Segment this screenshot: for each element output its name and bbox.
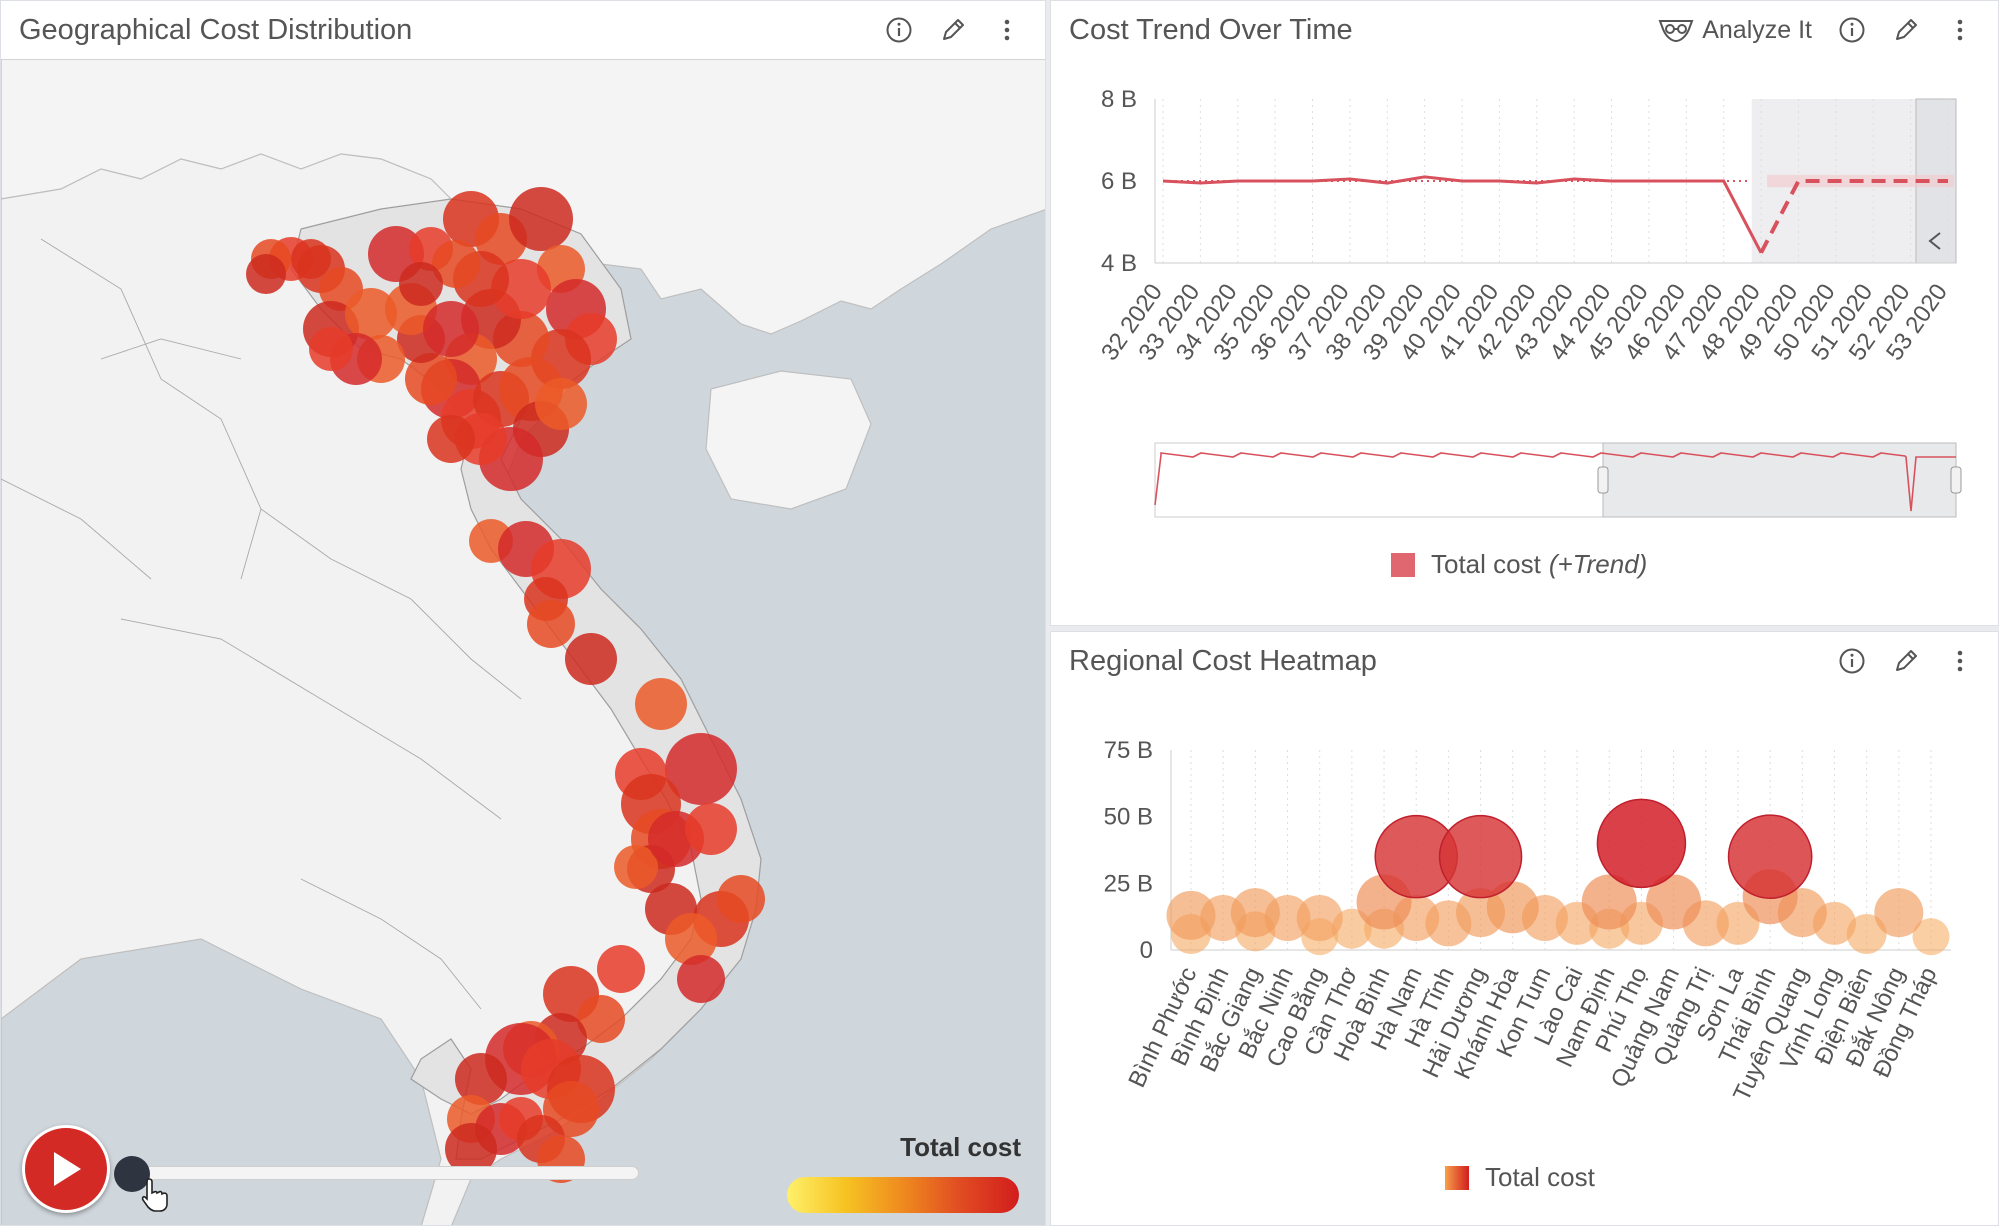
province-bubble[interactable]: [291, 239, 331, 279]
region-bubble[interactable]: [1230, 888, 1280, 938]
region-bubble[interactable]: [1596, 798, 1687, 889]
navigator-handle-right[interactable]: [1950, 466, 1962, 494]
province-bubble[interactable]: [423, 301, 479, 357]
y-tick-label: 0: [1140, 937, 1153, 964]
navigator-handle-left[interactable]: [1597, 466, 1609, 494]
pencil-icon[interactable]: [933, 10, 973, 50]
play-button[interactable]: [22, 1125, 110, 1213]
region-bubble[interactable]: [1438, 814, 1523, 899]
land-hainan: [705, 370, 872, 510]
y-tick-label: 6 B: [1101, 168, 1137, 195]
info-icon[interactable]: [879, 10, 919, 50]
region-bubble[interactable]: [1727, 814, 1813, 900]
region-bubble[interactable]: [1874, 888, 1924, 938]
map-panel-header: Geographical Cost Distribution: [1, 1, 1045, 59]
map-panel-title: Geographical Cost Distribution: [19, 13, 413, 46]
province-bubble[interactable]: [565, 633, 617, 685]
province-bubble[interactable]: [527, 600, 575, 648]
heatmap-chart[interactable]: 025 B50 B75 BBình PhướcBình ĐịnhBắc Gian…: [1051, 632, 1999, 1226]
hand-cursor-icon: [141, 1178, 168, 1212]
province-bubble[interactable]: [677, 955, 725, 1003]
province-bubble[interactable]: [399, 262, 443, 306]
cost-trend-panel: Cost Trend Over Time Analyze It 4 B6 B8 …: [1050, 0, 1999, 626]
province-bubble[interactable]: [685, 803, 737, 855]
province-bubble[interactable]: [427, 415, 475, 463]
trend-legend[interactable]: Total cost (+Trend): [1391, 549, 1647, 580]
y-tick-label: 8 B: [1101, 86, 1137, 113]
y-tick-label: 50 B: [1104, 804, 1153, 831]
regional-cost-panel: Regional Cost Heatmap 0 25 B 50 B 75 B Bình …: [1050, 631, 1999, 1226]
heat-legend-label: Total cost: [1485, 1162, 1595, 1192]
province-bubble[interactable]: [597, 945, 645, 993]
region-bubble[interactable]: [1166, 890, 1216, 940]
y-tick-label: 75 B: [1104, 737, 1153, 764]
province-bubble[interactable]: [635, 678, 687, 730]
province-bubble[interactable]: [535, 378, 587, 430]
map-legend-title: Total cost: [900, 1132, 1021, 1162]
geographical-cost-panel: Geographical Cost Distribution Total cos…: [0, 0, 1046, 1226]
heat-legend-swatch: [1445, 1165, 1469, 1190]
y-tick-label: 25 B: [1104, 870, 1153, 897]
trend-legend-label: Total cost: [1431, 549, 1541, 579]
trend-legend-swatch: [1391, 552, 1415, 577]
province-bubble[interactable]: [246, 254, 286, 294]
map-canvas[interactable]: [1, 59, 1045, 1225]
heat-legend[interactable]: Total cost: [1445, 1162, 1595, 1193]
play-icon: [54, 1152, 81, 1186]
trend-chart[interactable]: 4 B6 B8 B32 202033 202034 202035 202036 …: [1051, 1, 1999, 626]
time-slider-track[interactable]: [131, 1166, 639, 1180]
more-vertical-icon[interactable]: [987, 10, 1027, 50]
province-bubble[interactable]: [309, 327, 353, 371]
region-bubble[interactable]: [1296, 895, 1343, 941]
map-legend-gradient: [787, 1177, 1019, 1213]
trend-legend-trend: (+Trend): [1548, 549, 1648, 579]
province-bubble[interactable]: [717, 875, 765, 923]
y-tick-label: 4 B: [1101, 250, 1137, 277]
province-bubble[interactable]: [509, 187, 573, 251]
